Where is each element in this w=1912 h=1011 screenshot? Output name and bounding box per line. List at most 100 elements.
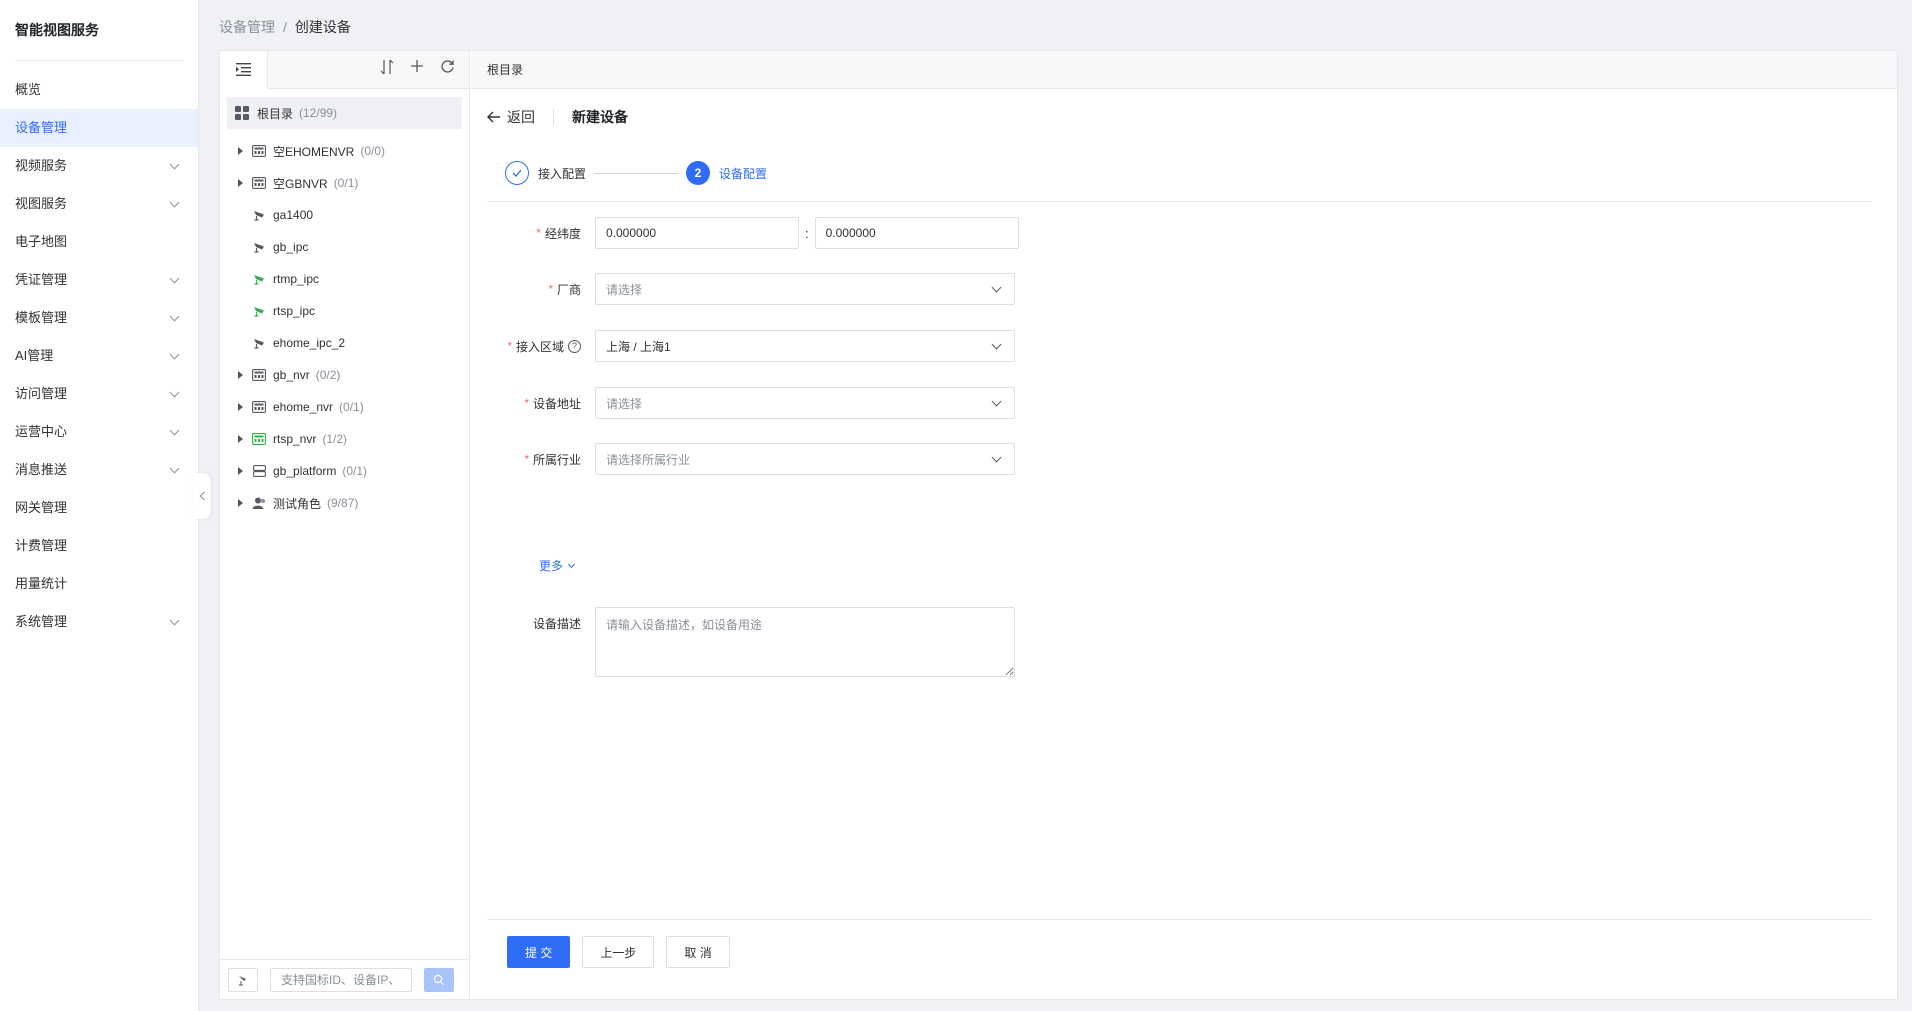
tree-node[interactable]: rtmp_ipc xyxy=(220,263,469,295)
chevron-down-icon xyxy=(169,159,180,169)
breadcrumb-separator: / xyxy=(283,19,287,35)
submit-button[interactable]: 提 交 xyxy=(507,936,571,968)
region-select[interactable]: 上海 / 上海1 xyxy=(595,330,1015,362)
chevron-down-icon xyxy=(991,282,1002,292)
form-actions: 提 交 上一步 取 消 xyxy=(507,936,730,968)
tree-footer xyxy=(220,959,469,999)
tree-node[interactable]: 测试角色 (9/87) xyxy=(220,487,469,519)
caret-right-icon[interactable] xyxy=(238,467,243,475)
camera-icon xyxy=(252,337,266,349)
step-1-label: 接入配置 xyxy=(538,166,587,181)
camera-icon xyxy=(252,273,266,285)
user-group-icon xyxy=(252,497,266,509)
sidebar: 智能视图服务 概览 设备管理 视频服务 视图服务 电子地图 凭证管理 模板管理 AI管理 访问管… xyxy=(0,0,199,1011)
vendor-select[interactable]: 请选择 xyxy=(595,273,1015,305)
back-button[interactable]: 返回 xyxy=(487,107,535,127)
sidebar-item-label: 消息推送 xyxy=(15,462,68,477)
coords-label-text: 经纬度 xyxy=(544,226,581,241)
chevron-down-icon xyxy=(169,425,180,435)
tree-node[interactable]: gb_nvr (0/2) xyxy=(220,359,469,391)
required-mark: * xyxy=(536,226,541,240)
sidebar-item[interactable]: 视图服务 xyxy=(0,185,198,223)
tree-search-button[interactable] xyxy=(424,967,454,992)
grid-icon xyxy=(235,106,249,120)
steps: 接入配置 2 设备配置 xyxy=(505,161,767,185)
tree-node[interactable]: ga1400 xyxy=(220,199,469,231)
coords-colon: : xyxy=(805,225,809,241)
title-separator xyxy=(553,109,554,125)
tree-node[interactable]: 空GBNVR (0/1) xyxy=(220,167,469,199)
check-icon xyxy=(512,169,522,177)
prev-step-button[interactable]: 上一步 xyxy=(582,936,655,968)
page-title: 新建设备 xyxy=(572,109,628,125)
tree-node-label: 空EHOMENVR xyxy=(273,144,355,159)
content-panel: 根目录 返回 新建设备 接入配置 2 设备配置 * 经纬度 0.000000:… xyxy=(471,51,1897,999)
step-2-label: 设备配置 xyxy=(719,166,768,181)
sidebar-item-label: 设备管理 xyxy=(15,120,68,135)
region-label: * 接入区域? xyxy=(487,338,595,355)
sidebar-item[interactable]: 消息推送 xyxy=(0,451,198,489)
sidebar-item[interactable]: 访问管理 xyxy=(0,375,198,413)
address-label-text: 设备地址 xyxy=(532,396,581,411)
camera-icon xyxy=(252,241,266,253)
sidebar-item[interactable]: 视频服务 xyxy=(0,147,198,185)
caret-right-icon[interactable] xyxy=(238,435,243,443)
tree-root-label: 根目录 xyxy=(257,106,294,121)
tree-search-input[interactable] xyxy=(270,967,412,992)
filter-button[interactable] xyxy=(228,967,258,992)
chevron-down-icon xyxy=(169,349,180,359)
sidebar-item[interactable]: 设备管理 xyxy=(0,109,198,147)
description-textarea[interactable] xyxy=(595,607,1015,677)
caret-right-icon[interactable] xyxy=(238,147,243,155)
breadcrumb-parent[interactable]: 设备管理 xyxy=(219,19,275,35)
caret-right-icon[interactable] xyxy=(238,403,243,411)
caret-right-icon[interactable] xyxy=(238,179,243,187)
sidebar-collapse-handle[interactable] xyxy=(193,473,211,519)
sidebar-item-label: 计费管理 xyxy=(15,538,68,553)
caret-right-icon[interactable] xyxy=(238,499,243,507)
industry-select[interactable]: 请选择所属行业 xyxy=(595,443,1015,475)
sidebar-item[interactable]: AI管理 xyxy=(0,337,198,375)
sidebar-item[interactable]: 网关管理 xyxy=(0,489,198,527)
sidebar-item[interactable]: 凭证管理 xyxy=(0,261,198,299)
sidebar-item[interactable]: 系统管理 xyxy=(0,603,198,641)
tree-node[interactable]: gb_ipc xyxy=(220,231,469,263)
sidebar-item-label: 视频服务 xyxy=(15,158,68,173)
sidebar-item[interactable]: 电子地图 xyxy=(0,223,198,261)
caret-right-icon[interactable] xyxy=(238,371,243,379)
tree-root[interactable]: 根目录 (12/99) xyxy=(227,97,462,129)
chevron-down-icon xyxy=(169,273,180,283)
refresh-button[interactable] xyxy=(439,59,455,80)
tree-node[interactable]: 空EHOMENVR (0/0) xyxy=(220,135,469,167)
region-value: 上海 / 上海1 xyxy=(606,339,671,354)
help-icon[interactable]: ? xyxy=(568,339,581,353)
latitude-input[interactable]: 0.000000 xyxy=(814,217,1019,249)
address-select[interactable]: 请选择 xyxy=(595,387,1015,419)
nvr-icon xyxy=(252,369,266,381)
breadcrumb-current: 创建设备 xyxy=(294,19,351,35)
sidebar-item[interactable]: 模板管理 xyxy=(0,299,198,337)
tree-node[interactable]: ehome_nvr (0/1) xyxy=(220,391,469,423)
more-toggle[interactable]: 更多 xyxy=(539,557,576,574)
longitude-input[interactable]: 0.000000 xyxy=(595,217,799,249)
sidebar-item[interactable]: 运营中心 xyxy=(0,413,198,451)
sidebar-item-label: 电子地图 xyxy=(15,234,68,249)
cancel-button[interactable]: 取 消 xyxy=(666,936,730,968)
tree-node[interactable]: ehome_ipc_2 xyxy=(220,327,469,359)
sidebar-item[interactable]: 概览 xyxy=(0,71,198,109)
sort-button[interactable] xyxy=(379,59,395,80)
tree-node[interactable]: gb_platform (0/1) xyxy=(220,455,469,487)
chevron-down-icon xyxy=(991,339,1002,349)
sidebar-item[interactable]: 计费管理 xyxy=(0,527,198,565)
tree-node-label: 测试角色 xyxy=(273,496,322,511)
brand-divider xyxy=(15,60,183,61)
tree-toolbar xyxy=(220,50,469,89)
sidebar-item[interactable]: 用量统计 xyxy=(0,565,198,603)
tree-node[interactable]: rtsp_ipc xyxy=(220,295,469,327)
chevron-down-icon xyxy=(169,197,180,207)
tree-toggle-button[interactable] xyxy=(220,50,268,89)
industry-placeholder: 请选择所属行业 xyxy=(606,452,691,467)
tree-node[interactable]: rtsp_nvr (1/2) xyxy=(220,423,469,455)
camera-icon xyxy=(252,209,266,221)
add-node-button[interactable] xyxy=(409,59,425,80)
